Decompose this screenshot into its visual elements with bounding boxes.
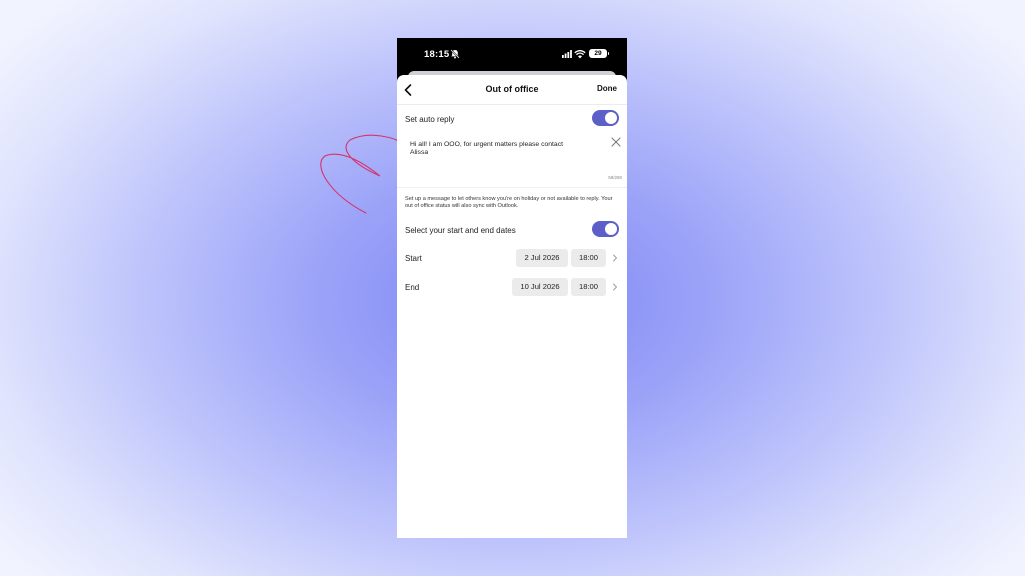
done-button[interactable]: Done (597, 84, 617, 93)
status-time: 18:15 (424, 49, 450, 60)
chevron-right-icon[interactable] (612, 283, 618, 291)
battery-icon: 29 (589, 49, 609, 58)
dates-label: Select your start and end dates (405, 226, 516, 235)
start-label: Start (405, 254, 422, 263)
dates-toggle[interactable] (592, 221, 619, 237)
start-date-button[interactable]: 2 Jul 2026 (516, 249, 568, 267)
nav-bar: Out of office Done (397, 75, 627, 105)
end-date-button[interactable]: 10 Jul 2026 (512, 278, 568, 296)
wifi-icon (574, 50, 586, 59)
character-counter: 58/280 (608, 175, 622, 180)
end-label: End (405, 283, 420, 292)
toggle-knob (605, 223, 617, 235)
toggle-knob (605, 112, 617, 124)
chevron-right-icon[interactable] (612, 254, 618, 262)
close-icon[interactable] (611, 137, 621, 147)
page-title: Out of office (485, 84, 539, 94)
help-text: Set up a message to let others know you'… (405, 196, 613, 210)
auto-reply-message-input[interactable]: Hi all! I am OOO, for urgent matters ple… (410, 141, 580, 157)
auto-reply-toggle[interactable] (592, 110, 619, 126)
end-time-button[interactable]: 18:00 (571, 278, 606, 296)
divider (397, 187, 627, 188)
auto-reply-label: Set auto reply (405, 115, 455, 124)
status-bar: 18:15 29 (397, 38, 627, 72)
start-time-button[interactable]: 18:00 (571, 249, 606, 267)
out-of-office-sheet: Out of office Done Set auto reply Hi all… (397, 75, 627, 538)
bell-slash-icon (450, 49, 460, 59)
phone-screen: 18:15 29 Out of office Done Set auto rep… (397, 38, 627, 538)
cellular-signal-icon (562, 50, 572, 58)
